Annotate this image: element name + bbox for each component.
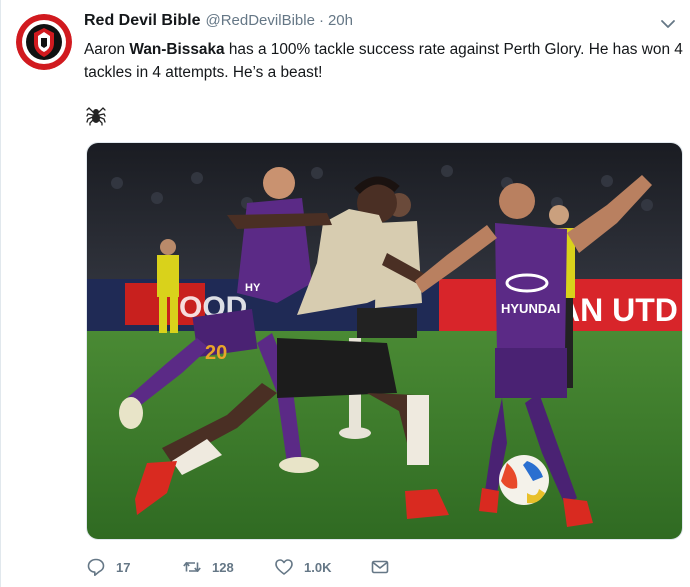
tweet-photo[interactable]: OOD AN UTD 20 HY HYUNDAI <box>86 142 683 540</box>
display-name[interactable]: Red Devil Bible <box>84 12 200 30</box>
like-button[interactable]: 1.0K <box>274 557 370 577</box>
tweet-text-part: Aaron <box>84 41 130 58</box>
tweet-text-bold: Wan-Bissaka <box>129 41 225 58</box>
retweet-icon <box>183 562 201 572</box>
avatar[interactable] <box>16 14 72 70</box>
direct-message-button[interactable] <box>370 557 390 577</box>
heart-icon <box>275 559 293 575</box>
tweet-timestamp[interactable]: 20h <box>328 12 353 29</box>
football <box>499 455 549 505</box>
user-handle[interactable]: @RedDevilBible <box>205 12 314 29</box>
tweet-menu-button[interactable] <box>658 14 678 34</box>
like-count: 1.0K <box>304 559 332 575</box>
board-text-right: AN UTD <box>557 292 678 328</box>
chevron-down-icon <box>661 20 675 28</box>
kit-sponsor: HYUNDAI <box>501 301 560 316</box>
spider-icon <box>86 104 106 126</box>
red-devil-bible-logo <box>16 14 72 70</box>
reply-icon <box>87 558 105 576</box>
reply-count: 17 <box>116 559 131 575</box>
envelope-icon <box>371 560 389 574</box>
retweet-button[interactable]: 128 <box>182 557 274 577</box>
timeline-border <box>0 0 1 587</box>
retweet-count: 128 <box>212 559 234 575</box>
match-photo: OOD AN UTD 20 HY HYUNDAI <box>87 143 682 539</box>
tweet-text: Aaron Wan-Bissaka has a 100% tackle succ… <box>84 38 684 84</box>
shirt-number: 20 <box>205 342 227 364</box>
reply-button[interactable]: 17 <box>86 557 182 577</box>
separator-dot: · <box>318 12 324 29</box>
tweet-header: Red Devil Bible @RedDevilBible · 20h <box>84 12 353 32</box>
svg-text:HY: HY <box>245 282 261 294</box>
tweet-actions: 17 128 1.0K <box>86 556 390 578</box>
